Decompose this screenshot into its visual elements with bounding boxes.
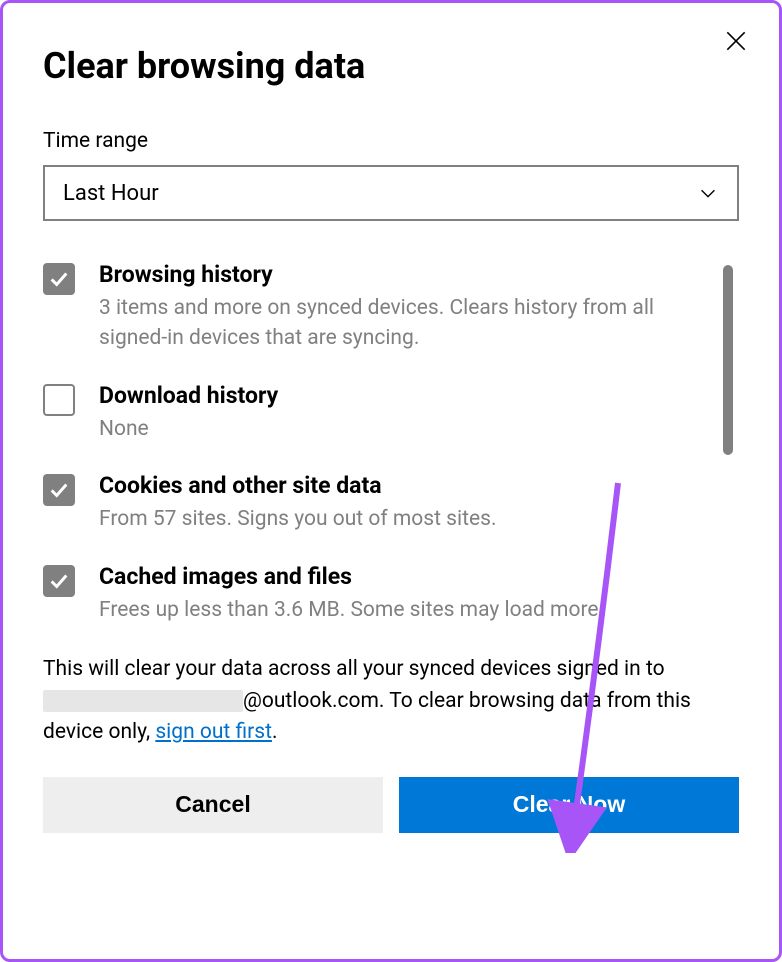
checkmark-icon	[48, 570, 70, 592]
checkbox-browsing-history[interactable]	[43, 263, 75, 295]
time-range-value: Last Hour	[63, 181, 159, 206]
time-range-label: Time range	[43, 129, 739, 153]
redacted-email: xx	[43, 690, 243, 712]
option-desc: Frees up less than 3.6 MB. Some sites ma…	[99, 596, 699, 626]
sync-notice-prefix: This will clear your data across all you…	[43, 657, 665, 681]
option-title: Cached images and files	[99, 563, 699, 590]
checkbox-download-history[interactable]	[43, 384, 75, 416]
checkbox-cookies[interactable]	[43, 474, 75, 506]
time-range-select[interactable]: Last Hour	[43, 165, 739, 221]
checkbox-cached[interactable]	[43, 565, 75, 597]
option-desc: 3 items and more on synced devices. Clea…	[99, 294, 699, 354]
close-icon	[723, 28, 749, 54]
dialog-title: Clear browsing data	[43, 45, 739, 87]
chevron-down-icon	[697, 182, 719, 204]
sync-notice-period: .	[272, 720, 278, 744]
checkmark-icon	[48, 479, 70, 501]
option-cookies: Cookies and other site data From 57 site…	[43, 472, 699, 535]
checkmark-icon	[48, 268, 70, 290]
option-cached: Cached images and files Frees up less th…	[43, 563, 699, 626]
option-title: Browsing history	[99, 261, 699, 288]
option-desc: None	[99, 415, 699, 445]
sync-notice: This will clear your data across all you…	[43, 654, 739, 749]
option-download-history: Download history None	[43, 382, 699, 445]
clear-now-button[interactable]: Clear Now	[399, 777, 739, 833]
scrollbar[interactable]	[723, 265, 733, 455]
close-button[interactable]	[718, 23, 754, 59]
option-browsing-history: Browsing history 3 items and more on syn…	[43, 261, 699, 354]
option-title: Download history	[99, 382, 699, 409]
option-desc: From 57 sites. Signs you out of most sit…	[99, 505, 699, 535]
option-title: Cookies and other site data	[99, 472, 699, 499]
cancel-button[interactable]: Cancel	[43, 777, 383, 833]
sign-out-link[interactable]: sign out first	[155, 720, 272, 744]
